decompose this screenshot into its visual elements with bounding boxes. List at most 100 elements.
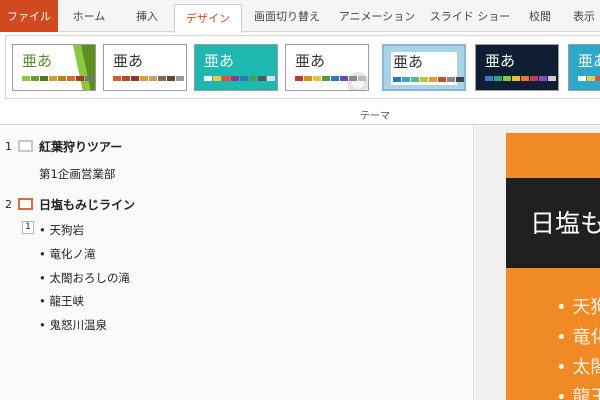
theme-color-swatch — [85, 76, 93, 81]
theme-swatches — [113, 76, 185, 81]
tab-animations[interactable]: アニメーション — [332, 0, 422, 32]
theme-color-swatch — [521, 76, 529, 81]
theme-thumbnail[interactable]: 亜あ — [475, 44, 559, 91]
theme-gallery: 亜あ 亜あ 亜あ 亜あ 亜あ 亜あ 亜あ — [5, 35, 600, 99]
theme-color-swatch — [158, 76, 166, 81]
theme-color-swatch — [131, 76, 139, 81]
tab-design[interactable]: デザイン — [174, 4, 242, 33]
theme-thumbnail[interactable]: 亜あ — [285, 44, 369, 91]
slide-bullet[interactable]: • 竜化ノ滝 — [556, 323, 600, 349]
slide-bullet[interactable]: • 太閤おろしの滝 — [556, 353, 600, 379]
theme-thumbnail[interactable]: 亜あ — [568, 44, 600, 91]
outline-bullet[interactable]: • 龍王峡 — [39, 293, 84, 309]
theme-color-swatch — [429, 77, 437, 82]
outline-bullet[interactable]: • 天狗岩 — [39, 222, 84, 238]
theme-color-swatch — [249, 76, 257, 81]
theme-color-swatch — [49, 76, 57, 81]
theme-thumbnail[interactable]: 亜あ — [194, 44, 278, 91]
theme-color-swatch — [122, 76, 130, 81]
outline-pane[interactable]: 1 紅葉狩りツアー 第1企画営業部 2 日塩もみじライン 1 • 天狗岩 • 竜… — [0, 126, 474, 400]
theme-color-swatch — [40, 76, 48, 81]
theme-color-swatch — [438, 77, 446, 82]
theme-color-swatch — [349, 76, 357, 81]
theme-color-swatch — [539, 76, 547, 81]
tab-insert[interactable]: 挿入 — [122, 0, 172, 32]
theme-color-swatch — [393, 77, 401, 82]
theme-color-swatch — [231, 76, 239, 81]
theme-swatches — [578, 76, 600, 81]
theme-color-swatch — [358, 76, 366, 81]
theme-color-swatch — [313, 76, 321, 81]
theme-color-swatch — [58, 76, 66, 81]
slide-bullet[interactable]: • 龍王峡 — [556, 383, 600, 400]
slide-editing-area: 日塩もみじライン • 天狗岩 • 竜化ノ滝 • 太閤おろしの滝 • 龍王峡 — [475, 126, 600, 400]
theme-swatches — [204, 76, 276, 81]
theme-color-swatch — [596, 76, 600, 81]
outline-bullet[interactable]: • 鬼怒川温泉 — [39, 317, 107, 333]
theme-thumbnail[interactable]: 亜あ — [103, 44, 187, 91]
theme-color-swatch — [213, 76, 221, 81]
theme-label: 亜あ — [204, 52, 235, 70]
theme-color-swatch — [113, 76, 121, 81]
theme-color-swatch — [304, 76, 312, 81]
theme-color-swatch — [340, 76, 348, 81]
theme-color-swatch — [456, 77, 464, 82]
theme-color-swatch — [485, 76, 493, 81]
slide-icon-selected[interactable] — [18, 198, 33, 210]
theme-color-swatch — [494, 76, 502, 81]
theme-label: 亜あ — [485, 52, 516, 70]
theme-color-swatch — [267, 76, 275, 81]
theme-color-swatch — [167, 76, 175, 81]
theme-color-swatch — [67, 76, 75, 81]
theme-color-swatch — [402, 77, 410, 82]
outline-bullet[interactable]: • 竜化ノ滝 — [39, 246, 95, 262]
theme-thumbnail[interactable]: 亜あ — [382, 44, 466, 91]
outline-bullet[interactable]: • 太閤おろしの滝 — [39, 270, 130, 286]
outline-slide-title[interactable]: 日塩もみじライン — [39, 196, 135, 213]
slide-canvas[interactable]: 日塩もみじライン • 天狗岩 • 竜化ノ滝 • 太閤おろしの滝 • 龍王峡 — [506, 133, 600, 400]
outline-text-line[interactable]: 第1企画営業部 — [39, 166, 115, 182]
theme-color-swatch — [548, 76, 556, 81]
slide-number: 1 — [5, 140, 12, 153]
tab-review[interactable]: 校閲 — [518, 0, 562, 32]
theme-label: 亜あ — [22, 52, 53, 70]
theme-label: 亜あ — [578, 52, 600, 70]
slide-title[interactable]: 日塩もみじライン — [530, 204, 600, 240]
tab-transitions[interactable]: 画面切り替え — [246, 0, 328, 32]
theme-swatches — [22, 76, 94, 81]
theme-color-swatch — [31, 76, 39, 81]
slide-number: 2 — [5, 198, 12, 211]
theme-thumbnail[interactable]: 亜あ — [12, 44, 96, 91]
theme-color-swatch — [322, 76, 330, 81]
theme-color-swatch — [503, 76, 511, 81]
outline-level-marker: 1 — [22, 221, 34, 234]
theme-color-swatch — [204, 76, 212, 81]
theme-color-swatch — [76, 76, 84, 81]
theme-swatches — [393, 77, 464, 82]
tab-slideshow[interactable]: スライド ショー — [428, 0, 512, 32]
theme-color-swatch — [331, 76, 339, 81]
theme-color-swatch — [176, 76, 184, 81]
slide-bullet[interactable]: • 天狗岩 — [556, 293, 600, 319]
theme-color-swatch — [587, 76, 595, 81]
theme-label: 亜あ — [393, 53, 424, 71]
theme-color-swatch — [258, 76, 266, 81]
slide-icon[interactable] — [18, 140, 33, 152]
theme-color-swatch — [240, 76, 248, 81]
theme-color-swatch — [295, 76, 303, 81]
theme-color-swatch — [149, 76, 157, 81]
outline-slide-title[interactable]: 紅葉狩りツアー — [39, 138, 122, 155]
theme-color-swatch — [530, 76, 538, 81]
theme-color-swatch — [222, 76, 230, 81]
ribbon-design-panel: 亜あ 亜あ 亜あ 亜あ 亜あ 亜あ 亜あ — [0, 33, 600, 125]
tab-home[interactable]: ホーム — [62, 0, 116, 32]
theme-color-swatch — [447, 77, 455, 82]
group-label-themes: テーマ — [360, 111, 390, 122]
tab-file[interactable]: ファイル — [0, 0, 58, 32]
theme-color-swatch — [22, 76, 30, 81]
ribbon-tab-bar: ファイル ホーム 挿入 デザイン 画面切り替え アニメーション スライド ショー… — [0, 0, 600, 33]
theme-color-swatch — [578, 76, 586, 81]
tab-view[interactable]: 表示 — [568, 0, 600, 32]
theme-label: 亜あ — [295, 52, 326, 70]
theme-color-swatch — [420, 77, 428, 82]
